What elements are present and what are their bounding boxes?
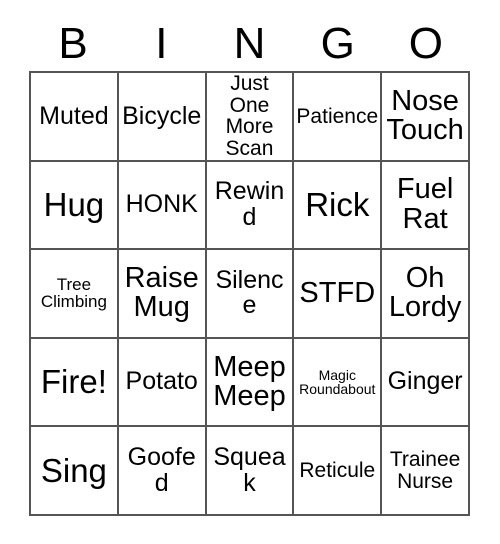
bingo-cell-label: HONK: [125, 190, 198, 219]
bingo-header-row: B I N G O: [29, 18, 470, 70]
bingo-cell[interactable]: Fire!: [31, 338, 119, 428]
bingo-cell[interactable]: Potato: [118, 338, 207, 428]
bingo-cell-label: Rewind: [214, 177, 285, 231]
bingo-cell[interactable]: HONK: [118, 161, 207, 251]
bingo-cell-label: Muted: [39, 101, 109, 130]
bingo-header-letter-g: G: [320, 19, 355, 68]
bingo-cell[interactable]: Bicycle: [118, 73, 207, 162]
bingo-cell-label: Magic Roundabout: [299, 366, 376, 398]
bingo-cell[interactable]: Just One More Scan: [206, 73, 295, 162]
bingo-grid: Muted Bicycle Just One More Scan Patienc…: [29, 71, 470, 516]
bingo-cell[interactable]: Trainee Nurse: [382, 427, 470, 516]
bingo-cell-label: Rick: [305, 186, 370, 224]
bingo-header-letter-b: B: [58, 19, 88, 68]
bingo-cell-label: Hug: [43, 186, 105, 224]
bingo-cell-label: Ginger: [387, 367, 463, 396]
bingo-cell[interactable]: Fuel Rat: [382, 161, 470, 251]
bingo-cell-label: Sing: [40, 451, 107, 489]
bingo-cell[interactable]: Sing: [31, 427, 119, 516]
bingo-header-letter-o: O: [408, 19, 444, 68]
bingo-cell[interactable]: Oh Lordy: [382, 250, 470, 339]
bingo-cell[interactable]: Rewind: [206, 161, 295, 251]
bingo-cell-label: Potato: [125, 367, 198, 396]
bingo-cell-label: Bicycle: [122, 101, 202, 130]
bingo-cell[interactable]: Tree Climbing: [31, 250, 119, 339]
bingo-header-letter-n: N: [233, 19, 266, 68]
bingo-cell[interactable]: Silence: [206, 250, 295, 339]
bingo-cell[interactable]: Raise Mug: [118, 250, 207, 339]
bingo-header-letter-i: I: [155, 19, 168, 68]
bingo-cell[interactable]: Nose Touch: [382, 73, 470, 162]
bingo-cell-label: Just One More Scan: [225, 73, 274, 160]
bingo-cell-label: Reticule: [299, 458, 376, 482]
bingo-cell-label: Fuel Rat: [396, 173, 454, 235]
bingo-cell-label: STFD: [299, 276, 376, 309]
bingo-cell-label: Goofed: [127, 443, 196, 497]
bingo-cell[interactable]: Squeak: [206, 427, 295, 516]
bingo-cell[interactable]: Goofed: [118, 427, 207, 516]
bingo-cell[interactable]: Hug: [31, 161, 119, 251]
bingo-cell-label: Patience: [296, 104, 379, 128]
bingo-cell[interactable]: Reticule: [294, 427, 383, 516]
bingo-cell-label: Raise Mug: [124, 261, 199, 324]
bingo-cell-label: Meep Meep: [213, 350, 286, 413]
bingo-cell-label: Squeak: [213, 443, 286, 497]
bingo-cell-label: Nose Touch: [386, 84, 464, 147]
bingo-cell-label: Silence: [215, 265, 284, 320]
bingo-cell[interactable]: Magic Roundabout: [294, 338, 383, 428]
bingo-cell-label: Fire!: [40, 363, 107, 401]
bingo-cell[interactable]: Rick: [294, 161, 383, 251]
bingo-cell[interactable]: Patience: [294, 73, 383, 162]
bingo-cell-label: Trainee Nurse: [389, 448, 461, 493]
bingo-cell[interactable]: STFD: [294, 250, 383, 339]
bingo-cell-label: Tree Climbing: [40, 275, 107, 312]
bingo-cell[interactable]: Meep Meep: [206, 338, 295, 428]
bingo-cell[interactable]: Muted: [31, 73, 119, 162]
bingo-card: B I N G O Muted Bicycle Just One More Sc…: [0, 0, 500, 544]
bingo-cell[interactable]: Ginger: [382, 338, 470, 428]
bingo-cell-label: Oh Lordy: [388, 261, 462, 324]
